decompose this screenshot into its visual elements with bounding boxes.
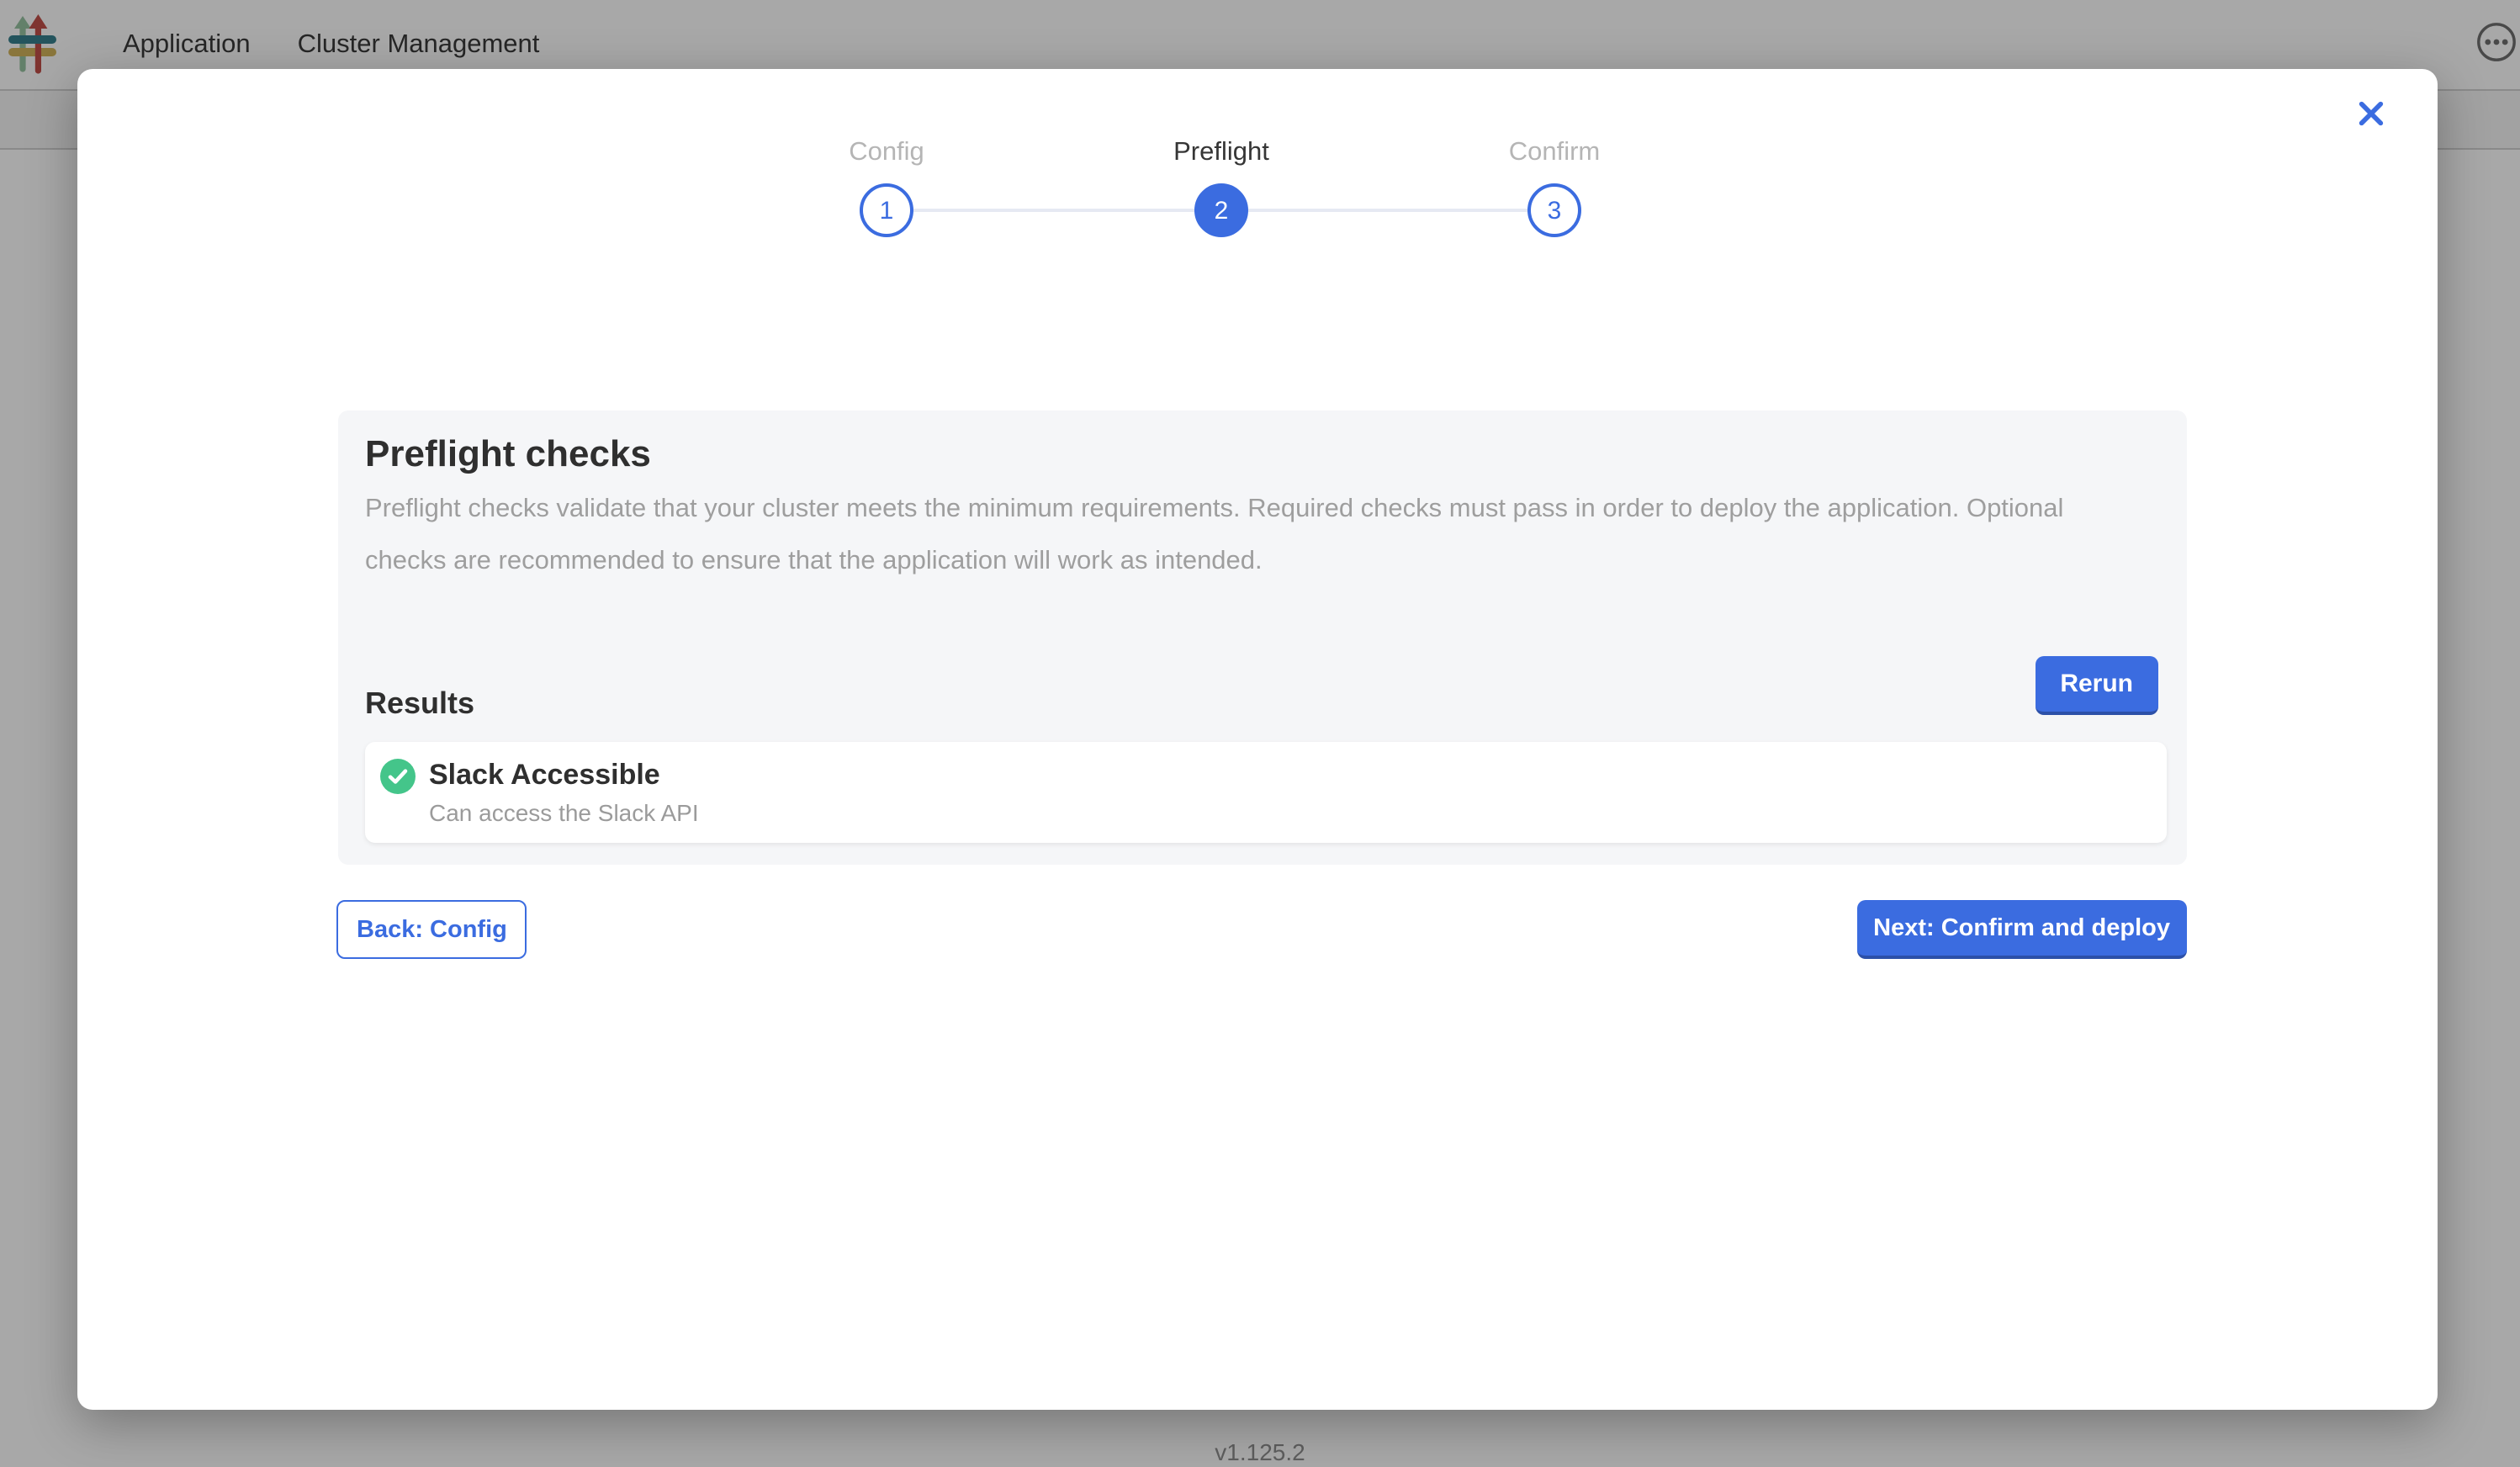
panel-description: Preflight checks validate that your clus…	[365, 485, 2160, 587]
step-circle-confirm[interactable]: 3	[1527, 183, 1581, 237]
preflight-check-row: Slack Accessible Can access the Slack AP…	[365, 742, 2167, 843]
step-circle-config[interactable]: 1	[860, 183, 913, 237]
check-pass-icon	[380, 759, 416, 794]
preflight-modal: Config Preflight Confirm 1 2 3 Preflight…	[77, 69, 2438, 1410]
back-config-button[interactable]: Back: Config	[336, 900, 527, 959]
step-circle-preflight[interactable]: 2	[1194, 183, 1248, 237]
step-label-confirm: Confirm	[1509, 138, 1601, 168]
step-label-config: Config	[849, 138, 924, 168]
check-text: Slack Accessible Can access the Slack AP…	[429, 759, 699, 824]
rerun-button[interactable]: Rerun	[2035, 656, 2158, 715]
panel-title: Preflight checks	[365, 432, 2160, 474]
stepper-connector	[913, 209, 1194, 212]
close-icon[interactable]	[2353, 99, 2387, 133]
stepper-connector	[1248, 209, 1527, 212]
screen: Application Cluster Management v1.125.2	[0, 0, 2520, 1467]
results-heading: Results	[365, 686, 474, 722]
next-confirm-deploy-button[interactable]: Next: Confirm and deploy	[1856, 900, 2187, 959]
check-description: Can access the Slack API	[429, 801, 699, 824]
preflight-panel: Preflight checks Preflight checks valida…	[338, 410, 2187, 865]
step-label-preflight: Preflight	[1173, 138, 1269, 168]
check-name: Slack Accessible	[429, 759, 699, 792]
